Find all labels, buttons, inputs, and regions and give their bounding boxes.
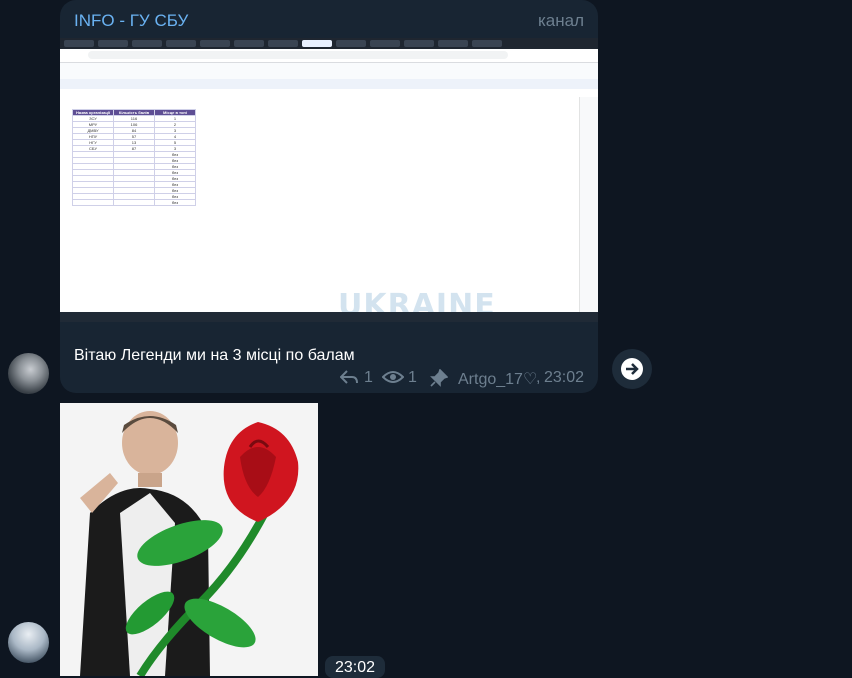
channel-type-label: канал xyxy=(537,11,584,30)
attached-photo[interactable] xyxy=(60,403,318,676)
message-meta: 1 1 Artgo_17♡ , 23:02 xyxy=(339,368,586,392)
sheets-side-panel xyxy=(579,97,598,312)
forward-arrow-icon xyxy=(620,354,644,391)
table-cell: без xyxy=(154,199,196,206)
views-count: 1 xyxy=(408,369,417,386)
attached-screenshot[interactable]: Назва організації Кількість балів Місце … xyxy=(60,38,598,322)
windows-taskbar xyxy=(60,312,598,322)
sheets-grid: Назва організації Кількість балів Місце … xyxy=(60,97,580,312)
avatar[interactable] xyxy=(8,622,49,663)
channel-name[interactable]: INFO - ГУ СБУ xyxy=(74,11,188,31)
table-header-cell: Назва організації xyxy=(72,109,114,116)
rose-stem xyxy=(125,503,274,676)
replies-count: 1 xyxy=(364,369,373,386)
post-author[interactable]: Artgo_17♡ xyxy=(458,369,537,389)
rose-flower xyxy=(223,422,299,522)
channel-post[interactable]: INFO - ГУ СБУ канал Назва організації Кі… xyxy=(60,0,598,393)
sheets-toolbar xyxy=(60,79,598,89)
forward-button[interactable] xyxy=(612,349,652,389)
eye-icon xyxy=(381,369,405,390)
sheets-menu-bar xyxy=(60,63,598,79)
reply-icon[interactable] xyxy=(339,369,358,390)
photo-time-badge: 23:02 xyxy=(325,656,385,678)
ranking-table: Назва організації Кількість балів Місце … xyxy=(72,109,196,206)
avatar[interactable] xyxy=(8,353,49,394)
message-text: Вітаю Легенди ми на 3 місці по балам xyxy=(74,347,355,364)
pin-icon xyxy=(430,368,449,392)
table-header-cell: Кількість балів xyxy=(113,109,155,116)
post-time: 23:02 xyxy=(544,369,585,386)
browser-tab-strip xyxy=(60,38,598,49)
browser-address-bar xyxy=(60,49,598,63)
post-time: 23:02 xyxy=(335,659,376,676)
